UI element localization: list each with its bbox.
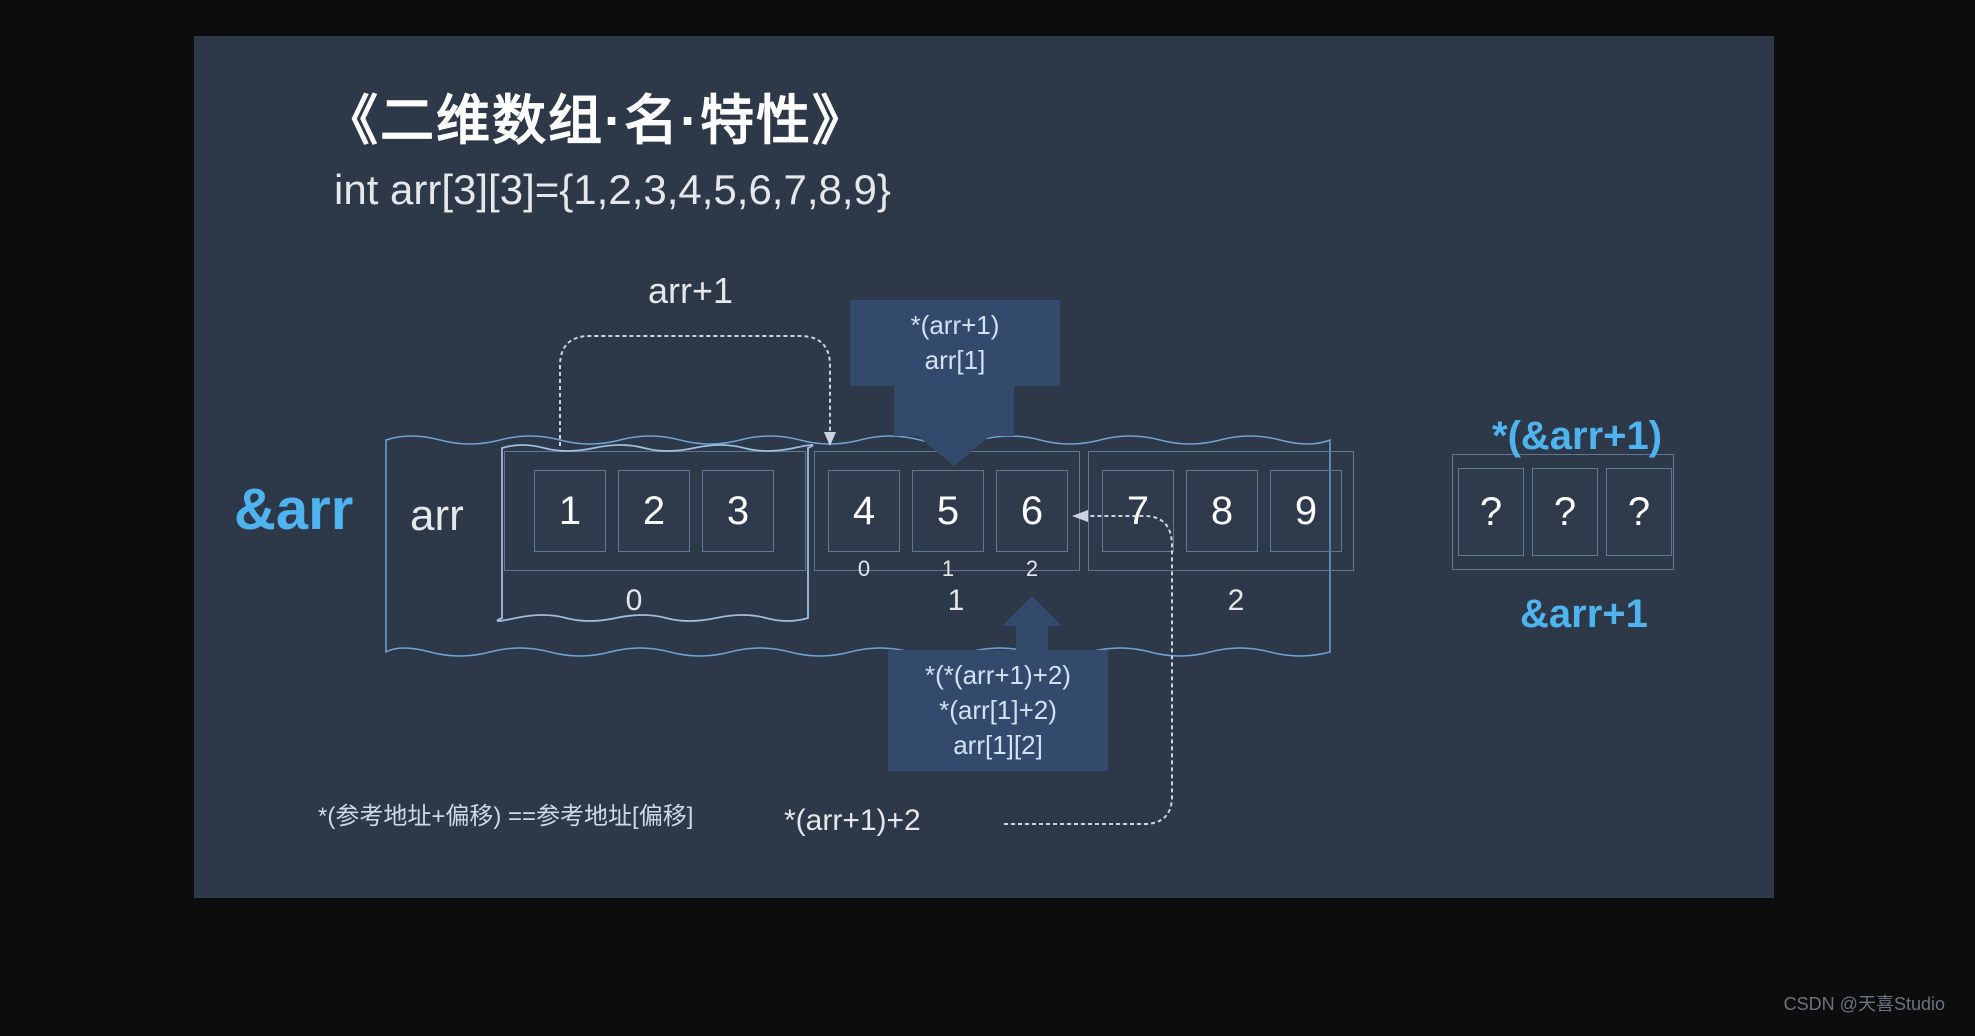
star-arr-plus1-text: *(arr+1) [850,308,1060,343]
cell-0-2: 3 [702,470,774,552]
star-arr1-2-text: *(arr[1]+2) [888,693,1108,728]
after-expr-label: *(arr+1)+2 [784,804,921,838]
page-title: 《二维数组·名·特性》 [324,76,868,155]
slide: 《二维数组·名·特性》 int arr[3][3]={1,2,3,4,5,6,7… [194,36,1774,898]
extra-cell-1: ? [1532,468,1598,556]
cell-2-2: 9 [1270,470,1342,552]
cell-2-0: 7 [1102,470,1174,552]
bottom-blue-callout: *(*(arr+1)+2) *(arr[1]+2) arr[1][2] [888,650,1108,771]
cell-2-1: 8 [1186,470,1258,552]
arr-plus1-label: arr+1 [648,270,733,312]
top-arrow-head-icon [918,436,990,466]
top-blue-callout: *(arr+1) arr[1] [850,300,1060,386]
sub-index-1: 1 [938,556,958,582]
amp-arr-plus1-label: &arr+1 [1520,592,1648,637]
sub-index-0: 0 [854,556,874,582]
row-index-0: 0 [614,584,654,618]
bottom-arrow-head-icon [1002,596,1062,626]
amp-arr-label: &arr [234,476,353,543]
star-star-text: *(*(arr+1)+2) [888,658,1108,693]
extra-cell-2: ? [1606,468,1672,556]
arr-plus1-arrow [530,316,850,456]
watermark: CSDN @天喜Studio [1784,990,1945,1016]
cell-1-2: 6 [996,470,1068,552]
arr-1-2-text: arr[1][2] [888,728,1108,763]
row-index-1: 1 [936,584,976,618]
sub-index-2: 2 [1022,556,1042,582]
top-arrow-stem [894,376,1014,436]
star-amp-arr-label: *(&arr+1) [1492,414,1662,459]
cell-1-1: 5 [912,470,984,552]
cell-0-0: 1 [534,470,606,552]
cell-1-0: 4 [828,470,900,552]
row-index-2: 2 [1216,584,1256,618]
footnote: *(参考地址+偏移) ==参考地址[偏移] [318,796,693,831]
bottom-arrow-stem [1016,626,1048,652]
arr-sub1-text: arr[1] [850,343,1060,378]
arr-label: arr [410,491,464,541]
cell-0-1: 2 [618,470,690,552]
extra-cell-0: ? [1458,468,1524,556]
declaration-text: int arr[3][3]={1,2,3,4,5,6,7,8,9} [334,166,891,214]
